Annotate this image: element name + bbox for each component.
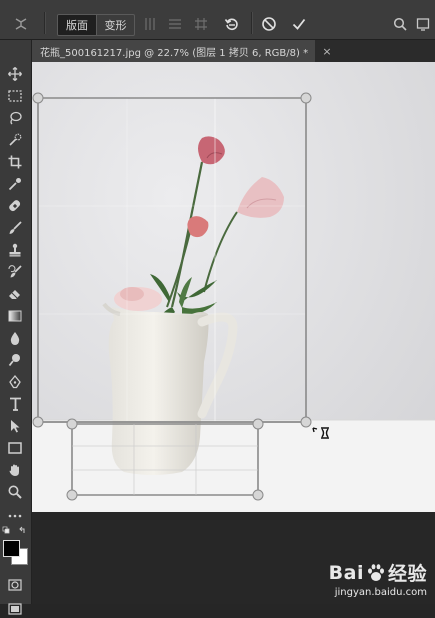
split-vertical-icon[interactable] (141, 14, 159, 34)
watermark-logo: Bai 经验 (329, 559, 427, 586)
search-icon[interactable] (390, 13, 410, 35)
zoom-tool-icon[interactable] (4, 483, 26, 501)
type-tool-icon[interactable] (4, 395, 26, 413)
pasteboard: Bai 经验 jingyan.baidu.com (32, 512, 435, 604)
move-tool-icon[interactable] (4, 65, 26, 83)
commit-transform-icon[interactable] (288, 13, 310, 35)
watermark-url: jingyan.baidu.com (334, 587, 427, 598)
crop-tool-icon[interactable] (4, 153, 26, 171)
warp-grid-overlay[interactable] (32, 62, 435, 512)
dodge-tool-icon[interactable] (4, 351, 26, 369)
screen-mode-icon[interactable] (4, 600, 26, 618)
document-tab-bar: 花瓶_500161217.jpg @ 22.7% (图层 1 拷贝 6, RGB… (32, 40, 435, 62)
warp-mode-group: 版面 变形 (57, 14, 135, 36)
history-brush-tool-icon[interactable] (4, 263, 26, 281)
workspace-icon[interactable] (413, 13, 433, 35)
pen-tool-icon[interactable] (4, 373, 26, 391)
split-cross-icon[interactable] (192, 14, 210, 34)
watermark: Bai 经验 jingyan.baidu.com (329, 559, 427, 599)
quick-mask-icon[interactable] (4, 576, 26, 594)
mode-button-layout[interactable]: 版面 (58, 15, 96, 35)
gradient-tool-icon[interactable] (4, 307, 26, 325)
marquee-tool-icon[interactable] (4, 87, 26, 105)
more-tools-icon[interactable] (4, 507, 26, 525)
rectangle-tool-icon[interactable] (4, 439, 26, 457)
healing-brush-tool-icon[interactable] (4, 197, 26, 215)
watermark-brand: Bai (328, 561, 364, 584)
clone-stamp-tool-icon[interactable] (4, 241, 26, 259)
mode-button-warp[interactable]: 变形 (96, 15, 134, 35)
path-selection-tool-icon[interactable] (4, 417, 26, 435)
lasso-tool-icon[interactable] (4, 109, 26, 127)
blur-tool-icon[interactable] (4, 329, 26, 347)
split-horizontal-icon[interactable] (166, 14, 184, 34)
cancel-transform-icon[interactable] (258, 13, 280, 35)
puppet-warp-tool-icon[interactable] (10, 13, 32, 35)
close-tab-icon[interactable]: × (319, 40, 335, 62)
color-swatches[interactable] (2, 539, 28, 567)
separator (251, 12, 253, 34)
watermark-suffix: 经验 (387, 563, 427, 585)
brush-tool-icon[interactable] (4, 219, 26, 237)
eraser-tool-icon[interactable] (4, 285, 26, 303)
eyedropper-tool-icon[interactable] (4, 175, 26, 193)
quick-select-tool-icon[interactable] (4, 131, 26, 149)
reset-warp-icon[interactable] (221, 13, 243, 35)
options-bar: 版面 变形 (0, 0, 435, 40)
document-tab[interactable]: 花瓶_500161217.jpg @ 22.7% (图层 1 拷贝 6, RGB… (32, 40, 315, 62)
tools-panel (0, 40, 32, 615)
paw-icon (367, 563, 384, 581)
document-canvas[interactable] (32, 62, 435, 512)
separator (44, 12, 46, 34)
hand-tool-icon[interactable] (4, 461, 26, 479)
default-colors-icon[interactable] (2, 526, 30, 536)
foreground-color-swatch[interactable] (3, 540, 20, 557)
